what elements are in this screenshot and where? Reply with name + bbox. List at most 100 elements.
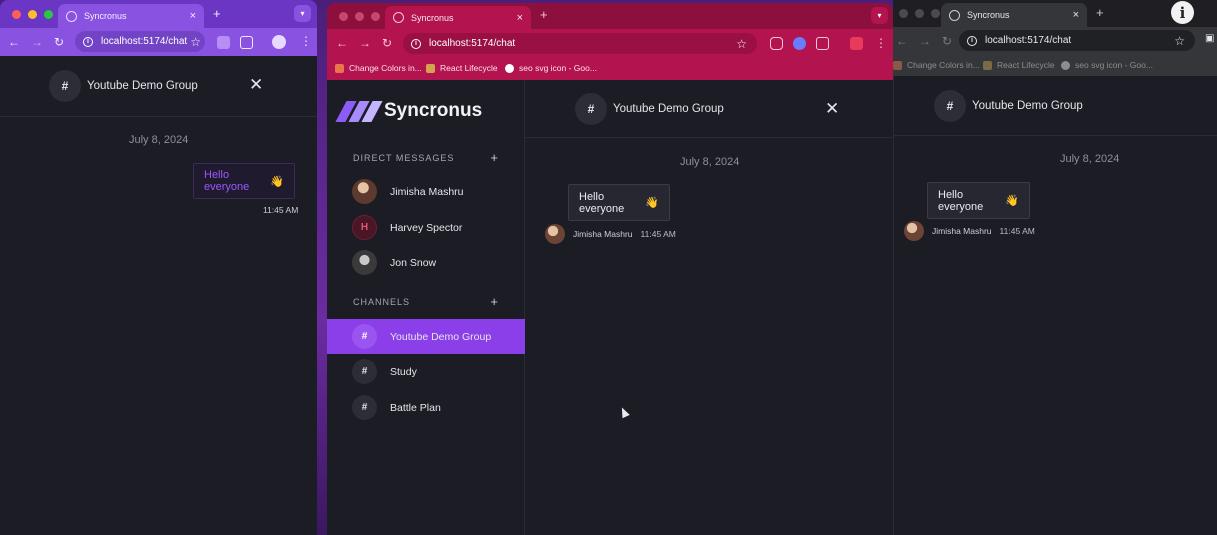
logo-mark-icon [335,100,383,122]
group-name: Youtube Demo Group [613,102,724,115]
tab-search-button[interactable]: ▾ [871,7,888,24]
minimize-window-dot[interactable] [915,9,924,18]
info-overlay-icon[interactable]: i [1171,1,1194,24]
bookmark-item[interactable]: React Lifecycle [983,60,1055,70]
bookmark-label: Change Colors in... [349,63,422,73]
reload-icon[interactable]: ↻ [382,36,392,50]
reload-icon[interactable]: ↻ [942,34,952,48]
minimize-window-dot[interactable] [355,11,364,21]
profile-avatar-icon[interactable] [272,35,286,49]
bookmark-item[interactable]: seo svg icon - Goo... [1061,60,1153,70]
maximize-window-dot[interactable] [44,9,53,19]
new-tab-icon[interactable]: + [540,7,548,22]
back-icon[interactable]: ← [896,34,908,48]
extension-icon[interactable] [217,36,230,49]
address-bar[interactable]: i localhost:5174/chat ☆ [959,30,1195,51]
nav-bar: ← → ↻ i localhost:5174/chat ☆ ⋮ [0,28,317,56]
close-icon[interactable]: ✕ [825,99,839,119]
channel-item[interactable]: # Battle Plan [327,390,525,425]
bookmark-item[interactable]: Change Colors in... [893,60,980,70]
star-icon[interactable]: ☆ [736,37,747,51]
lock-icon[interactable]: ▣ [1205,33,1214,44]
chat-page: # Youtube Demo Group July 8, 2024 Hello … [893,76,1217,535]
chat-header: # Youtube Demo Group ✕ [0,56,317,117]
forward-icon[interactable]: → [919,34,931,48]
menu-icon[interactable]: ⋮ [875,36,887,50]
wave-emoji: 👋 [270,175,284,188]
bookmark-label: React Lifecycle [997,60,1055,70]
message-bubble[interactable]: Hello everyone 👋 [568,184,670,221]
star-icon[interactable]: ☆ [190,35,201,49]
extension-icon[interactable] [770,37,783,50]
close-tab-icon[interactable]: × [1073,9,1079,21]
close-tab-icon[interactable]: × [517,12,523,24]
bookmark-favicon-icon [983,60,992,70]
menu-icon[interactable]: ⋮ [300,34,312,48]
close-window-dot[interactable] [899,9,908,18]
window-controls [0,9,53,19]
browser-tab[interactable]: Syncronus × [941,3,1087,27]
tab-search-button[interactable]: ▾ [294,5,311,22]
forward-icon[interactable]: → [359,36,371,50]
message-bubble[interactable]: Hello everyone 👋 [927,182,1030,219]
back-icon[interactable]: ← [336,36,348,50]
close-window-dot[interactable] [12,9,21,19]
chat-header: # Youtube Demo Group ✕ [525,80,893,138]
minimize-window-dot[interactable] [28,9,37,19]
back-icon[interactable]: ← [8,35,20,49]
extensions-puzzle-icon[interactable] [816,37,829,50]
add-channel-plus-icon[interactable]: + [490,294,498,309]
bookmark-favicon-icon [426,63,435,73]
add-dm-plus-icon[interactable]: + [490,150,498,165]
avatar: H [352,215,377,240]
new-tab-icon[interactable]: + [213,6,221,21]
maximize-window-dot[interactable] [931,9,940,18]
extension-icon[interactable] [793,37,806,50]
info-icon: i [967,35,977,46]
close-window-dot[interactable] [339,11,348,21]
contact-item[interactable]: Jimisha Mashru [327,174,525,209]
channel-item-active[interactable]: # Youtube Demo Group [327,319,525,354]
url-text: localhost:5174/chat [429,38,516,49]
google-icon [505,63,514,73]
globe-icon [949,9,960,21]
address-bar[interactable]: i localhost:5174/chat ☆ [403,33,757,54]
nav-bar: ← → ↻ i localhost:5174/chat ☆ ▣ [893,27,1217,54]
chat-header: # Youtube Demo Group [894,76,1217,136]
star-icon[interactable]: ☆ [1174,34,1185,48]
tab-bar: Syncronus × + i [893,0,1217,27]
bookmark-item[interactable]: seo svg icon - Goo... [505,63,597,73]
wave-emoji: 👋 [1005,195,1019,207]
direct-messages-header: DIRECT MESSAGES + [353,150,498,165]
hash-icon: # [352,324,377,349]
new-tab-icon[interactable]: + [1096,5,1104,20]
channel-name: Battle Plan [390,401,441,414]
maximize-window-dot[interactable] [371,11,380,21]
channel-item[interactable]: # Study [327,354,525,389]
info-icon: i [83,36,93,47]
extensions-puzzle-icon[interactable] [240,36,253,49]
bookmark-item[interactable]: React Lifecycle [426,63,498,73]
forward-icon[interactable]: → [31,35,43,49]
contact-name: Harvey Spector [390,221,463,234]
profile-avatar-icon[interactable] [850,37,863,50]
channels-header: CHANNELS + [353,294,498,309]
close-icon[interactable]: ✕ [249,75,263,95]
message-meta: Jimisha Mashru 11:45 AM [904,221,1035,241]
contact-item[interactable]: Jon Snow [327,245,525,280]
channel-name: Youtube Demo Group [390,330,492,343]
browser-tab[interactable]: Syncronus × [385,6,531,29]
chat-page: # Youtube Demo Group ✕ July 8, 2024 Hell… [0,56,317,535]
globe-icon [393,12,404,23]
contact-item[interactable]: H Harvey Spector [327,210,525,245]
bookmarks-bar: Change Colors in... React Lifecycle seo … [893,54,1217,76]
address-bar[interactable]: i localhost:5174/chat ☆ [75,31,205,52]
reload-icon[interactable]: ↻ [54,35,64,49]
message-bubble[interactable]: Hello everyone 👋 [193,163,295,199]
browser-tab[interactable]: Syncronus × [58,4,204,28]
contact-name: Jon Snow [390,256,437,269]
tab-title: Syncronus [967,10,1010,20]
bookmark-item[interactable]: Change Colors in... [335,63,422,73]
close-tab-icon[interactable]: × [190,10,196,22]
avatar [545,224,565,244]
